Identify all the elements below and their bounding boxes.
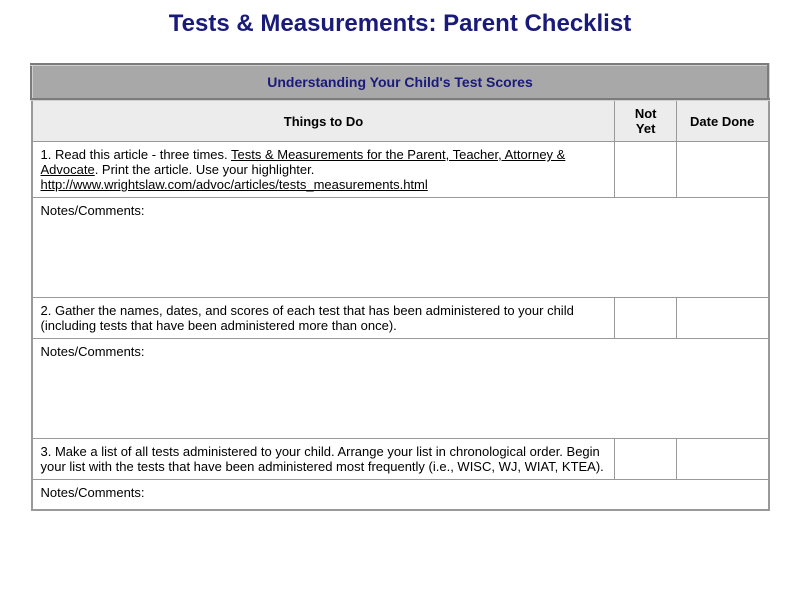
page-title: Tests & Measurements: Parent Checklist (30, 10, 770, 38)
column-headers: Things to Do Not Yet Date Done (32, 100, 769, 142)
item-row: 3. Make a list of all tests administered… (32, 439, 769, 480)
notes-row: Notes/Comments: (32, 198, 769, 298)
notes-cell: Notes/Comments: (32, 198, 769, 298)
notyet-cell (615, 439, 676, 480)
item-mid: . Print the article. Use your highlighte… (95, 162, 315, 177)
notyet-cell (615, 298, 676, 339)
datedone-cell (676, 439, 768, 480)
section-header: Understanding Your Child's Test Scores (32, 65, 769, 100)
notes-cell: Notes/Comments: (32, 339, 769, 439)
item-row: 1. Read this article - three times. Test… (32, 142, 769, 198)
notyet-cell (615, 142, 676, 198)
datedone-cell (676, 298, 768, 339)
item-text: 2. Gather the names, dates, and scores o… (32, 298, 615, 339)
item-row: 2. Gather the names, dates, and scores o… (32, 298, 769, 339)
item-prefix: 1. Read this article - three times. (41, 147, 232, 162)
col-datedone: Date Done (676, 100, 768, 142)
col-notyet: Not Yet (615, 100, 676, 142)
notes-cell: Notes/Comments: (32, 480, 769, 510)
item-text: 3. Make a list of all tests administered… (32, 439, 615, 480)
checklist-table: Understanding Your Child's Test Scores T… (30, 63, 770, 511)
notes-row: Notes/Comments: (32, 480, 769, 510)
notes-row: Notes/Comments: (32, 339, 769, 439)
item-text: 1. Read this article - three times. Test… (32, 142, 615, 198)
datedone-cell (676, 142, 768, 198)
col-things: Things to Do (32, 100, 615, 142)
url-link[interactable]: http://www.wrightslaw.com/advoc/articles… (41, 177, 428, 192)
